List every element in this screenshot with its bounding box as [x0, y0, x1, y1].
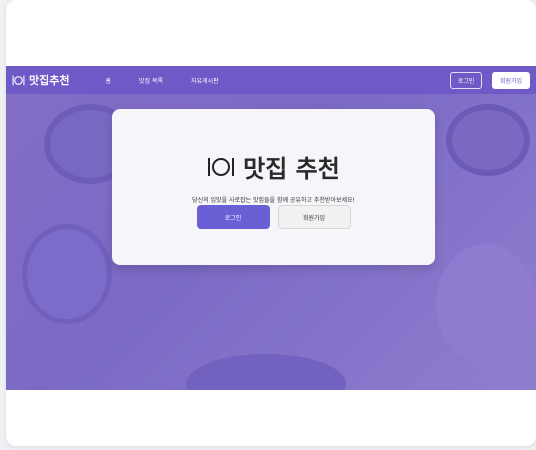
hero-card: 맛집 추천 당신의 입맛을 사로잡는 맛집들을 함께 공유하고 추천받아보세요!… [112, 109, 435, 265]
hero-title-row: 맛집 추천 [112, 149, 435, 184]
plate-utensils-icon [208, 157, 235, 176]
hero-buttons: 로그인 회원가입 [112, 205, 435, 229]
hero-subtitle: 당신의 입맛을 사로잡는 맛집들을 함께 공유하고 추천받아보세요! [192, 197, 355, 204]
plate-utensils-icon [12, 75, 25, 85]
nav-actions: 로그인 회원가입 [450, 71, 530, 89]
top-navbar: 맛집추천 홈 맛집 목록 자유게시판 로그인 회원가입 [6, 66, 536, 94]
nav-signup-button[interactable]: 회원가입 [492, 71, 530, 89]
nav-link-free-board[interactable]: 자유게시판 [191, 76, 219, 85]
hero-login-button[interactable]: 로그인 [196, 205, 270, 229]
nav-links: 홈 맛집 목록 자유게시판 [105, 76, 246, 85]
brand-name: 맛집추천 [29, 74, 70, 87]
browser-frame: 맛집추천 홈 맛집 목록 자유게시판 로그인 회원가입 맛집 추천 당신의 입맛… [6, 0, 536, 446]
nav-link-home[interactable]: 홈 [105, 76, 111, 85]
hero-signup-button[interactable]: 회원가입 [277, 205, 351, 229]
nav-link-restaurant-list[interactable]: 맛집 목록 [139, 76, 163, 85]
brand[interactable]: 맛집추천 [12, 72, 69, 88]
hero-title: 맛집 추천 [243, 155, 340, 183]
nav-login-button[interactable]: 로그인 [450, 71, 482, 89]
